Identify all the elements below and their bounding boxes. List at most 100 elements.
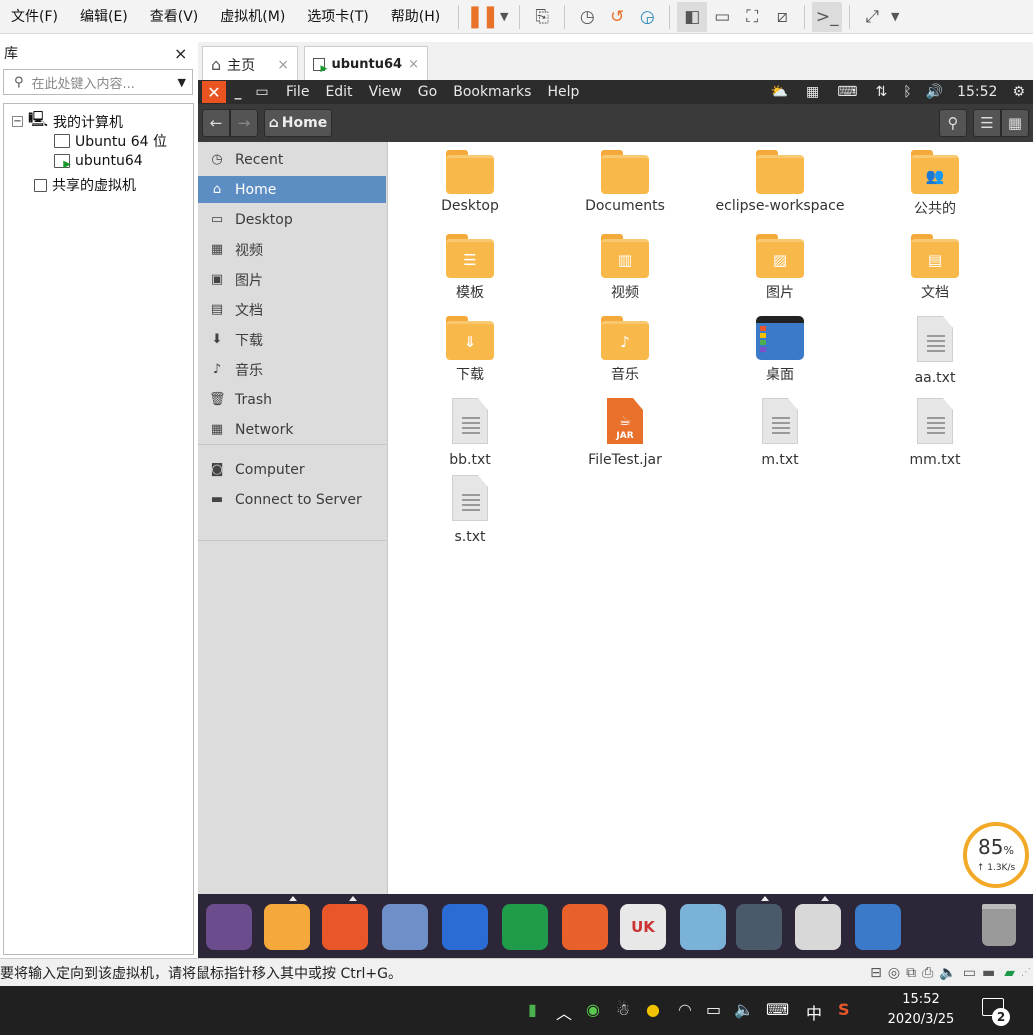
bluetooth-icon[interactable]: ᛒ xyxy=(903,84,911,100)
chevron-down-icon[interactable]: ▼ xyxy=(178,76,186,89)
send-ctrl-alt-del-icon[interactable]: ⎘ xyxy=(527,2,557,32)
word-icon[interactable] xyxy=(442,904,488,950)
library-search-input[interactable]: ⚲ 在此处键入内容... ▼ xyxy=(3,69,193,95)
battery-icon[interactable]: ▭ xyxy=(706,1000,721,1019)
file-item[interactable]: 👥 公共的 xyxy=(860,150,1010,218)
tree-item-ubuntu-64[interactable]: Ubuntu 64 位 xyxy=(54,131,167,151)
file-item[interactable]: eclipse-workspace xyxy=(705,150,855,214)
pause-icon[interactable]: ❚❚ xyxy=(466,2,500,32)
tab-ubuntu64[interactable]: ▶ ubuntu64 × xyxy=(304,46,428,82)
terminal-icon[interactable] xyxy=(736,904,782,950)
clock-text[interactable]: 15:52 xyxy=(957,84,997,100)
keyboard-icon[interactable]: ⌨ xyxy=(766,1000,789,1019)
chevron-up-icon[interactable]: ︿ xyxy=(556,1000,572,1024)
maximize-icon[interactable]: ▭ xyxy=(250,84,274,100)
tree-item-shared-vms[interactable]: 共享的虚拟机 xyxy=(34,175,136,195)
sidebar-item-connect-to-server[interactable]: ▬ Connect to Server xyxy=(198,486,386,513)
file-item[interactable]: m.txt xyxy=(705,398,855,468)
tab-home[interactable]: ⌂ 主页 × xyxy=(202,46,298,82)
file-item[interactable]: aa.txt xyxy=(860,316,1010,386)
vm-menu-item[interactable]: 虚拟机(M) xyxy=(209,0,296,34)
vm-menu-item[interactable]: 选项卡(T) xyxy=(296,0,379,34)
wechat-icon[interactable]: ◉ xyxy=(586,1000,600,1019)
eclipse-icon[interactable] xyxy=(795,904,841,950)
file-item[interactable]: ▥ 视频 xyxy=(550,234,700,302)
resize-grip-icon[interactable]: ⋰ xyxy=(1021,967,1031,978)
wifi-icon[interactable]: ◠ xyxy=(678,1000,692,1019)
snapshot-icon[interactable]: ◷ xyxy=(572,2,602,32)
sogou-icon[interactable]: S xyxy=(838,1000,850,1019)
network-speed-widget[interactable]: 85% ↑ 1.3K/s xyxy=(963,822,1029,888)
snapshot-manager-icon[interactable]: ◶ xyxy=(632,2,662,32)
sidebar-item-home[interactable]: ⌂ Home xyxy=(198,176,386,203)
sidebar-item-文档[interactable]: ▤ 文档 xyxy=(198,296,386,323)
tree-item-ubuntu64[interactable]: ▶ ubuntu64 xyxy=(54,153,143,170)
file-item[interactable]: ▤ 文档 xyxy=(860,234,1010,302)
printer-icon[interactable]: ⎙ xyxy=(922,965,933,981)
volume-icon[interactable]: 🔈 xyxy=(734,1000,754,1019)
file-item[interactable]: Desktop xyxy=(395,150,545,214)
qq-icon[interactable]: ☃ xyxy=(616,1000,630,1019)
ubuntu-menu-item[interactable]: Edit xyxy=(317,84,360,100)
minimize-icon[interactable]: _ xyxy=(226,84,250,100)
trash-dock-icon[interactable] xyxy=(982,904,1016,946)
collapse-icon[interactable]: − xyxy=(12,116,23,127)
file-item[interactable]: Documents xyxy=(550,150,700,214)
sound-icon[interactable]: 🔈 xyxy=(939,965,956,981)
sidebar-item-音乐[interactable]: ♪ 音乐 xyxy=(198,356,386,383)
vm-menu-item[interactable]: 编辑(E) xyxy=(69,0,139,34)
grid-view-button[interactable]: ▦ xyxy=(1001,109,1029,137)
file-item[interactable]: 桌面 xyxy=(705,316,855,384)
sidebar-item-trash[interactable]: 🗑 Trash xyxy=(198,386,386,413)
sidebar-item-视频[interactable]: ▦ 视频 xyxy=(198,236,386,263)
hard-disk-icon[interactable]: ⊟ xyxy=(870,965,882,981)
ubuntu-menu-item[interactable]: Help xyxy=(539,84,587,100)
close-icon[interactable]: ✕ xyxy=(202,81,226,103)
sidebar-item-desktop[interactable]: ▭ Desktop xyxy=(198,206,386,233)
file-item[interactable]: ⇓ 下载 xyxy=(395,316,545,384)
network-adapter-icon[interactable]: ⧉ xyxy=(906,965,916,981)
unity-icon[interactable]: ⧄ xyxy=(767,2,797,32)
gear-icon[interactable]: ⚙ xyxy=(1012,84,1025,100)
file-item[interactable]: ▨ 图片 xyxy=(705,234,855,302)
workspace-icon[interactable] xyxy=(855,904,901,950)
close-icon[interactable]: × xyxy=(408,57,419,72)
ubuntu-menu-item[interactable]: File xyxy=(278,84,317,100)
close-icon[interactable]: × xyxy=(277,57,289,73)
chevron-down-icon[interactable]: ▼ xyxy=(496,2,512,32)
revert-snapshot-icon[interactable]: ↺ xyxy=(602,2,632,32)
message-icon[interactable]: ▰ xyxy=(1004,965,1015,981)
vm-menu-item[interactable]: 查看(V) xyxy=(139,0,210,34)
vm-menu-item[interactable]: 帮助(H) xyxy=(380,0,451,34)
ubuntu-menu-item[interactable]: Bookmarks xyxy=(445,84,539,100)
network-arrows-icon[interactable]: ⇅ xyxy=(876,84,888,100)
fullscreen-icon[interactable]: ⛶ xyxy=(737,2,767,32)
powerpoint-icon[interactable] xyxy=(562,904,608,950)
game-icon[interactable]: ● xyxy=(646,1000,660,1019)
volume-icon[interactable]: 🔊 xyxy=(926,84,943,100)
console-view-icon[interactable]: ▭ xyxy=(707,2,737,32)
stretch-icon[interactable]: ⤢ xyxy=(857,2,887,32)
usb-icon[interactable]: ▬ xyxy=(982,965,995,981)
file-item[interactable]: bb.txt xyxy=(395,398,545,468)
file-item[interactable]: ♪ 音乐 xyxy=(550,316,700,384)
app-store-icon[interactable] xyxy=(680,904,726,950)
ime-indicator[interactable]: 中 xyxy=(806,1000,822,1024)
display-icon[interactable]: ▭ xyxy=(963,965,976,981)
chromium-icon[interactable] xyxy=(382,904,428,950)
ubuntu-menu-item[interactable]: Go xyxy=(410,84,445,100)
terminal-icon[interactable]: >_ xyxy=(812,1,843,32)
keyboard-icon[interactable]: ⌨ xyxy=(837,84,857,100)
file-item[interactable]: mm.txt xyxy=(860,398,1010,468)
files-icon[interactable] xyxy=(264,904,310,950)
search-button[interactable]: ⚲ xyxy=(939,109,967,137)
excel-icon[interactable] xyxy=(502,904,548,950)
file-item[interactable]: ☰ 模板 xyxy=(395,234,545,302)
ubuntu-launcher-icon[interactable] xyxy=(206,904,252,950)
calendar-icon[interactable]: ▦ xyxy=(806,84,819,100)
forward-button[interactable]: → xyxy=(230,109,258,137)
file-item[interactable]: s.txt xyxy=(395,475,545,545)
file-item[interactable]: ☕ JAR FileTest.jar xyxy=(550,398,700,468)
taskbar-clock[interactable]: 15:52 2020/3/25 xyxy=(876,990,966,1030)
library-view-icon[interactable]: ◧ xyxy=(677,1,708,32)
